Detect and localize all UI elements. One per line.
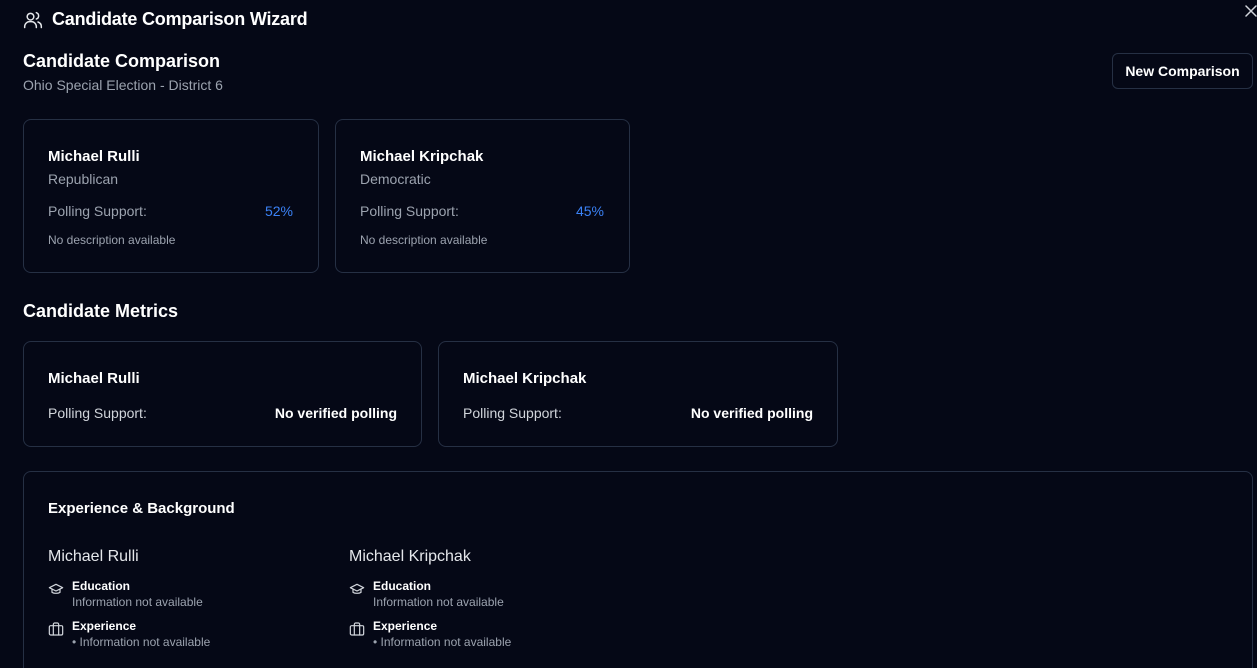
- education-value: Information not available: [373, 595, 504, 609]
- experience-label: Experience: [72, 619, 137, 633]
- new-comparison-button[interactable]: New Comparison: [1112, 53, 1253, 89]
- metric-polling-row: Polling Support: No verified polling: [463, 404, 813, 422]
- polling-row: Polling Support: 45%: [360, 202, 604, 220]
- experience-background-card: Experience & Background Michael Rulli Ed…: [23, 471, 1253, 668]
- candidate-card-rulli: Michael Rulli Republican Polling Support…: [23, 119, 319, 273]
- candidate-name: Michael Kripchak: [360, 148, 484, 165]
- metric-candidate-name: Michael Kripchak: [463, 370, 587, 387]
- candidate-comparison-window: Candidate Comparison Wizard Candidate Co…: [0, 0, 1257, 668]
- candidate-party: Republican: [48, 171, 119, 187]
- metric-polling-label: Polling Support:: [463, 405, 562, 421]
- comparison-header: Candidate Comparison Ohio Special Electi…: [23, 50, 223, 94]
- experience-candidate-name: Michael Rulli: [48, 548, 139, 565]
- users-icon: [23, 10, 43, 30]
- polling-row: Polling Support: 52%: [48, 202, 293, 220]
- graduation-cap-icon: [48, 581, 64, 597]
- education-item: Education Information not available: [48, 579, 338, 609]
- polling-label: Polling Support:: [48, 203, 147, 219]
- metric-polling-value: No verified polling: [690, 405, 813, 421]
- metrics-section-title: Candidate Metrics: [23, 301, 179, 321]
- candidate-description: No description available: [360, 233, 488, 247]
- candidate-party: Democratic: [360, 171, 431, 187]
- window-titlebar: Candidate Comparison Wizard: [23, 9, 308, 30]
- polling-value: 52%: [264, 203, 293, 219]
- experience-item: Experience • Information not available: [48, 619, 338, 649]
- experience-value: • Information not available: [373, 635, 512, 649]
- metric-card-rulli: Michael Rulli Polling Support: No verifi…: [23, 341, 422, 447]
- metric-polling-label: Polling Support:: [48, 405, 147, 421]
- education-label: Education: [373, 579, 432, 593]
- experience-candidate-name: Michael Kripchak: [349, 548, 471, 565]
- experience-value: • Information not available: [72, 635, 211, 649]
- experience-column-kripchak: Michael Kripchak Education Information n…: [349, 547, 639, 649]
- metric-polling-value: No verified polling: [274, 405, 397, 421]
- graduation-cap-icon: [349, 581, 365, 597]
- close-icon: [1245, 5, 1257, 17]
- education-item: Education Information not available: [349, 579, 639, 609]
- briefcase-icon: [48, 621, 64, 637]
- candidate-name: Michael Rulli: [48, 148, 140, 165]
- experience-label: Experience: [373, 619, 438, 633]
- metric-card-kripchak: Michael Kripchak Polling Support: No ver…: [438, 341, 838, 447]
- metric-candidate-name: Michael Rulli: [48, 370, 140, 387]
- briefcase-icon: [349, 621, 365, 637]
- experience-column-rulli: Michael Rulli Education Information not …: [48, 547, 338, 649]
- election-subtitle: Ohio Special Election - District 6: [23, 77, 223, 93]
- polling-label: Polling Support:: [360, 203, 459, 219]
- page-title: Candidate Comparison: [23, 51, 221, 71]
- candidate-description: No description available: [48, 233, 176, 247]
- experience-item: Experience • Information not available: [349, 619, 639, 649]
- close-button[interactable]: [1243, 3, 1257, 19]
- education-label: Education: [72, 579, 131, 593]
- education-value: Information not available: [72, 595, 203, 609]
- window-title: Candidate Comparison Wizard: [52, 9, 308, 29]
- experience-section-title: Experience & Background: [48, 500, 235, 517]
- candidate-card-kripchak: Michael Kripchak Democratic Polling Supp…: [335, 119, 630, 273]
- polling-value: 45%: [575, 203, 604, 219]
- metric-polling-row: Polling Support: No verified polling: [48, 404, 397, 422]
